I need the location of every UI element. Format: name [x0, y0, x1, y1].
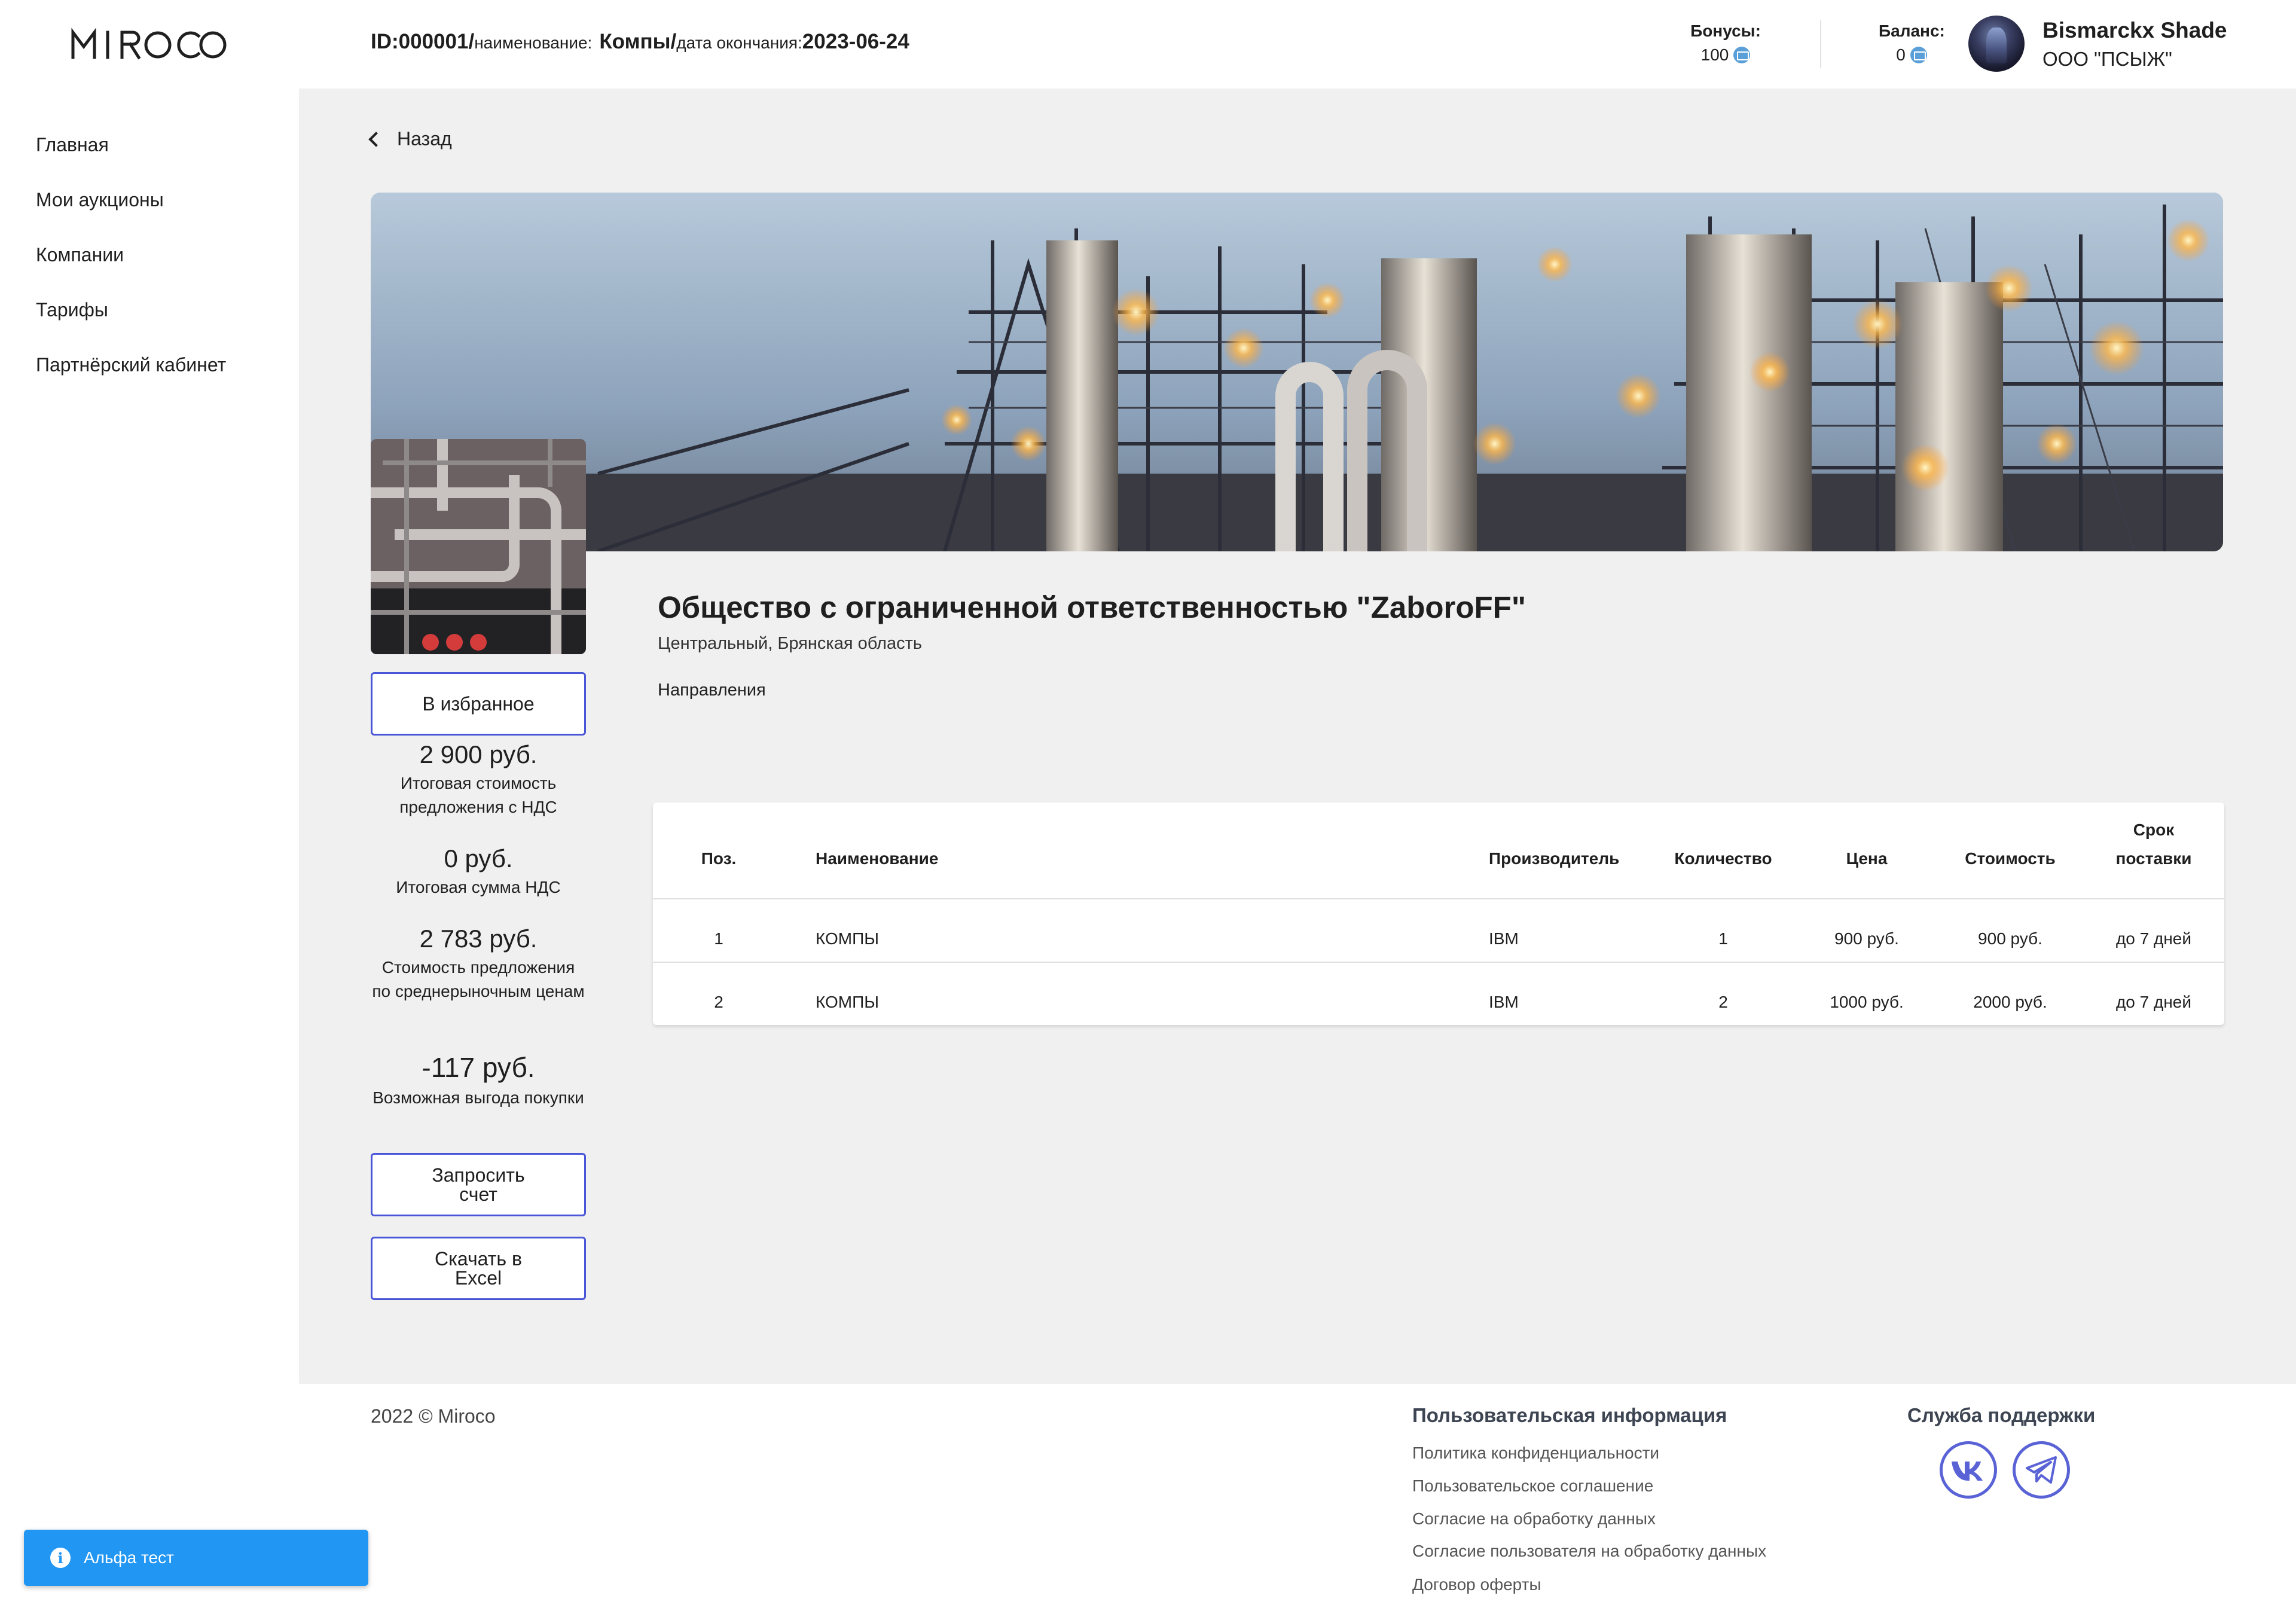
table-cell-term: до 7 дней — [2115, 993, 2192, 1011]
miroco-logo[interactable] — [71, 26, 227, 62]
add-to-favorites-button[interactable]: В избранное — [371, 672, 586, 736]
id-value: 000001/ — [398, 30, 475, 53]
footer-link-consent[interactable]: Согласие на обработку данных — [1412, 1509, 1656, 1528]
balance-value: 0 — [1896, 45, 1906, 64]
table-cell-price: 1000 руб. — [1830, 993, 1904, 1011]
user-info[interactable]: Bismarckx Shade ООО "ПСЫЖ" — [2042, 18, 2227, 71]
table-cell-cost: 2000 руб. — [1973, 993, 2047, 1011]
table-cell-cost: 900 руб. — [1978, 929, 2042, 948]
user-org: ООО "ПСЫЖ" — [2042, 48, 2172, 70]
sidebar-item-companies[interactable]: Компании — [36, 244, 124, 266]
col-header-term-1[interactable]: Срок — [2100, 820, 2208, 840]
total-price: 2 900 руб. — [419, 740, 538, 768]
name-value: Компы/ — [599, 30, 677, 53]
table-cell-term: до 7 дней — [2115, 929, 2192, 948]
market-price-caption: Стоимость предложения по среднерыночным … — [372, 958, 585, 1000]
benefit: -117 руб. — [422, 1052, 535, 1083]
user-info-title: Пользовательская информация — [1412, 1404, 1727, 1426]
footer: 2022 © Miroco Пользовательская информаци… — [299, 1384, 2296, 1617]
col-header-term-2[interactable]: поставки — [2100, 849, 2208, 868]
alpha-test-toast[interactable]: i Альфа тест — [24, 1530, 368, 1586]
col-header-cost[interactable]: Стоимость — [1938, 849, 2082, 868]
coin-icon — [1910, 47, 1927, 63]
vat-sum-caption: Итоговая сумма НДС — [396, 878, 561, 896]
total-price-caption: Итоговая стоимость предложения с НДС — [399, 774, 557, 816]
coin-icon — [1733, 47, 1751, 63]
pipes-illustration — [371, 439, 586, 654]
avatar[interactable] — [1968, 16, 2025, 72]
table-cell-name: КОМПЫ — [816, 993, 880, 1011]
company-banner-image — [371, 193, 2223, 551]
table-cell-qty: 2 — [1718, 993, 1728, 1011]
sidebar: Главная Мои аукционы Компании Тарифы Пар… — [0, 89, 299, 1384]
sidebar-item-partner[interactable]: Партнёрский кабинет — [36, 354, 226, 376]
bonus-label: Бонусы: — [1690, 22, 1761, 40]
info-icon: i — [50, 1548, 71, 1568]
vk-glyph — [1952, 1462, 1983, 1481]
balance-label: Баланс: — [1879, 22, 1945, 40]
footer-link-agreement[interactable]: Пользовательское соглашение — [1412, 1476, 1653, 1496]
market-price-block: 2 783 руб. Стоимость предложения по сред… — [371, 925, 586, 1003]
table-cell-maker: IBM — [1489, 993, 1519, 1011]
vat-block: 0 руб. Итоговая сумма НДС — [371, 844, 586, 899]
vat-sum: 0 руб. — [444, 844, 513, 872]
sidebar-item-tariffs[interactable]: Тарифы — [36, 299, 108, 321]
name-label: наименование: — [474, 33, 593, 52]
footer-link-user-consent[interactable]: Согласие пользователя на обработку данны… — [1412, 1542, 1766, 1561]
bonus-stat: Бонусы: 100 — [1690, 22, 1761, 65]
company-logo-image — [371, 439, 586, 654]
main-content: Назад В избранное 2 900 руб. Итоговая ст… — [299, 89, 2296, 1384]
sidebar-item-home[interactable]: Главная — [36, 134, 109, 156]
request-invoice-button[interactable]: Запросить счет — [371, 1153, 586, 1216]
market-price: 2 783 руб. — [419, 925, 538, 953]
col-header-qty[interactable]: Количество — [1651, 849, 1795, 868]
company-name: Общество с ограниченной ответственностью… — [658, 590, 1526, 624]
user-name: Bismarckx Shade — [2042, 18, 2227, 42]
telegram-icon[interactable] — [2013, 1441, 2070, 1499]
table-cell-pos: 1 — [714, 929, 723, 948]
company-region: Центральный, Брянская область — [658, 634, 922, 653]
vk-icon[interactable] — [1940, 1441, 1997, 1499]
col-header-price[interactable]: Цена — [1807, 849, 1926, 868]
table-cell-name: КОМПЫ — [816, 929, 880, 948]
col-header-pos[interactable]: Поз. — [689, 849, 749, 868]
top-header: ID: 000001/ наименование: Компы/ дата ок… — [0, 0, 2296, 89]
download-excel-button[interactable]: Скачать в Excel — [371, 1237, 586, 1300]
benefit-block: -117 руб. Возможная выгода покупки — [371, 1051, 586, 1110]
back-label: Назад — [397, 128, 452, 150]
support-title: Служба поддержки — [1907, 1404, 2096, 1426]
header-divider — [1820, 20, 1821, 68]
back-button[interactable]: Назад — [368, 128, 452, 150]
chevron-left-icon — [368, 131, 384, 147]
table-cell-maker: IBM — [1489, 929, 1519, 948]
telegram-glyph — [2026, 1456, 2057, 1484]
table-cell-price: 900 руб. — [1834, 929, 1899, 948]
end-date-label: дата окончания: — [676, 33, 802, 52]
row-divider — [653, 962, 2224, 963]
header-divider — [653, 898, 2224, 899]
table-cell-pos: 2 — [714, 993, 723, 1011]
auction-breadcrumb: ID: 000001/ наименование: Компы/ дата ок… — [371, 30, 909, 54]
balance-stat: Баланс: 0 — [1879, 22, 1945, 65]
benefit-caption: Возможная выгода покупки — [373, 1088, 584, 1107]
total-price-block: 2 900 руб. Итоговая стоимость предложени… — [371, 740, 586, 819]
end-date-value: 2023-06-24 — [802, 30, 909, 53]
toast-label: Альфа тест — [84, 1548, 174, 1567]
table-cell-qty: 1 — [1718, 929, 1728, 948]
bonus-value: 100 — [1700, 45, 1729, 64]
refinery-illustration — [371, 193, 2223, 551]
col-header-name[interactable]: Наименование — [816, 849, 938, 868]
items-table: Поз. Наименование Производитель Количест… — [653, 803, 2224, 1025]
col-header-maker[interactable]: Производитель — [1489, 849, 1619, 868]
directions-label: Направления — [658, 681, 766, 700]
copyright: 2022 © Miroco — [371, 1405, 496, 1427]
sidebar-item-auctions[interactable]: Мои аукционы — [36, 189, 164, 211]
id-label: ID: — [371, 30, 399, 53]
footer-link-offer[interactable]: Договор оферты — [1412, 1575, 1541, 1594]
footer-link-privacy[interactable]: Политика конфиденциальности — [1412, 1444, 1659, 1463]
